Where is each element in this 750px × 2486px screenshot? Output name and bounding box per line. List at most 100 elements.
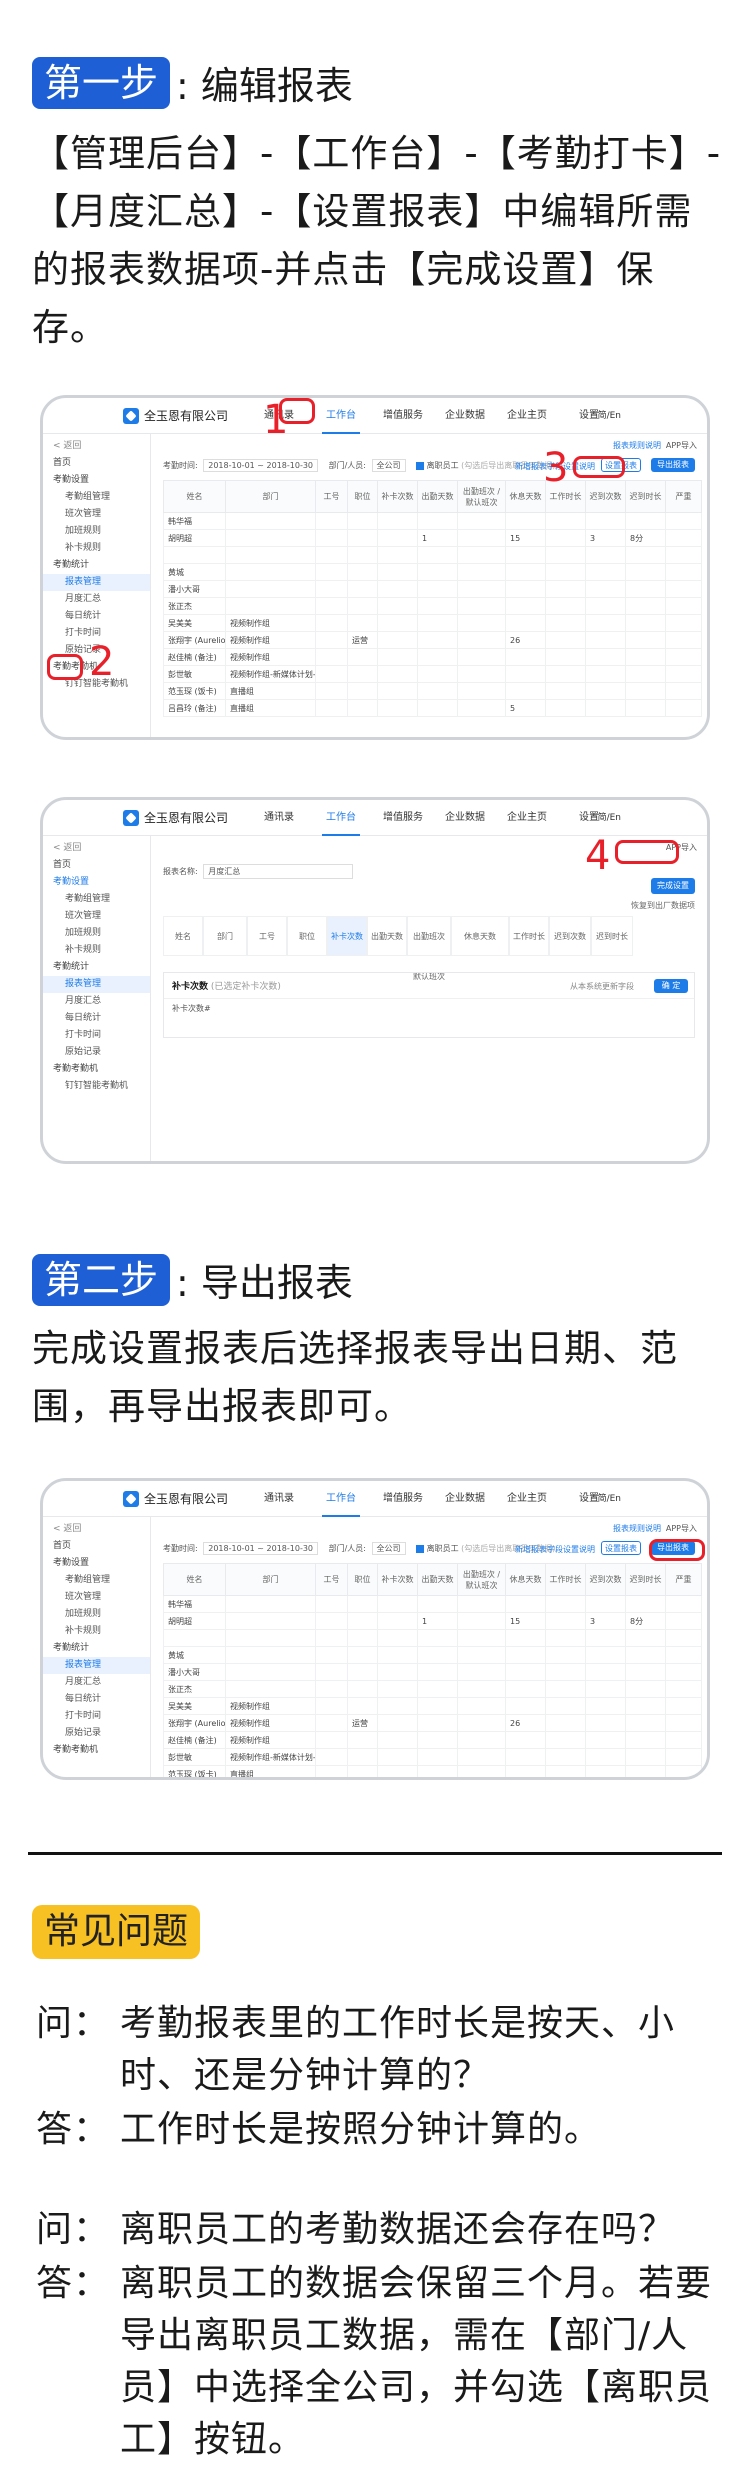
sidebar-back[interactable]: < 返回	[43, 438, 150, 455]
table-cell	[625, 614, 666, 632]
resigned-checkbox[interactable]	[416, 1544, 425, 1553]
sidebar-item-attendance-settings[interactable]: 考勤设置	[43, 472, 150, 489]
nav-workbench[interactable]: 工作台	[310, 1481, 372, 1517]
date-range-input[interactable]: 2018-10-01 ~ 2018-10-30	[203, 459, 319, 472]
supplement-update-link[interactable]: 从本系统更新字段	[570, 981, 634, 992]
sidebar-item-daily[interactable]: 每日统计	[43, 1691, 150, 1708]
done-settings-button[interactable]: 完成设置	[651, 878, 695, 894]
dept-select[interactable]: 全公司	[371, 459, 406, 472]
nav-enterprise-home[interactable]: 企业主页	[496, 1481, 558, 1517]
field-column-item[interactable]: 工号	[247, 916, 287, 956]
nav-contacts[interactable]: 通讯录	[248, 1481, 310, 1517]
field-column-item[interactable]: 工作时长	[509, 916, 549, 956]
supplement-panel: 补卡次数 (已选定补卡次数) 补卡次数# 从本系统更新字段 确 定	[163, 972, 695, 1038]
sidebar-item-home[interactable]: 首页	[43, 857, 150, 874]
field-column-item[interactable]: 姓名	[163, 916, 203, 956]
sidebar-item-overtime[interactable]: 加班规则	[43, 925, 150, 942]
sidebar-item-shifts[interactable]: 班次管理	[43, 506, 150, 523]
supplement-confirm-button[interactable]: 确 定	[654, 979, 688, 993]
date-range-input[interactable]: 2018-10-01 ~ 2018-10-30	[203, 1542, 319, 1555]
field-help-link[interactable]: 新增报表字段设置说明	[515, 1544, 595, 1555]
sidebar-item-raw[interactable]: 原始记录	[43, 1044, 150, 1061]
sidebar-item-smart-machine[interactable]: 钉钉智能考勤机	[43, 1078, 150, 1095]
sidebar-item-statistics[interactable]: 考勤统计	[43, 1640, 150, 1657]
sidebar-item-report-mgmt[interactable]: 报表管理	[43, 1657, 150, 1674]
sidebar-item-supplement[interactable]: 补卡规则	[43, 942, 150, 959]
language-switch[interactable]: 简/En	[598, 398, 621, 434]
sidebar-item-punch-time[interactable]: 打卡时间	[43, 1027, 150, 1044]
sidebar-item-home[interactable]: 首页	[43, 455, 150, 472]
sidebar-back[interactable]: < 返回	[43, 1521, 150, 1538]
app-import-link[interactable]: APP导入	[666, 1523, 697, 1534]
table-cell: 15	[505, 529, 546, 547]
sidebar-item-punch-time[interactable]: 打卡时间	[43, 1708, 150, 1725]
nav-value-added[interactable]: 增值服务	[372, 398, 434, 434]
field-column-item[interactable]: 休息天数	[451, 916, 509, 956]
resigned-checkbox[interactable]	[416, 461, 425, 470]
sidebar-item-monthly[interactable]: 月度汇总	[43, 1674, 150, 1691]
sidebar-item-statistics[interactable]: 考勤统计	[43, 959, 150, 976]
sidebar-item-statistics[interactable]: 考勤统计	[43, 557, 150, 574]
table-cell	[665, 563, 702, 581]
sidebar-item-overtime[interactable]: 加班规则	[43, 523, 150, 540]
field-column-item[interactable]: 出勤天数	[367, 916, 407, 956]
sidebar-item-supplement[interactable]: 补卡规则	[43, 540, 150, 557]
field-column-item[interactable]: 出勤班次 默认班次	[407, 916, 451, 981]
nav-contacts[interactable]: 通讯录	[248, 800, 310, 836]
table-cell	[545, 682, 586, 700]
sidebar-back[interactable]: < 返回	[43, 840, 150, 857]
nav-enterprise-data[interactable]: 企业数据	[434, 1481, 496, 1517]
sidebar-item-machine[interactable]: 考勤考勤机	[43, 1742, 150, 1759]
table-cell	[585, 665, 626, 683]
table-cell	[417, 682, 458, 700]
field-column-item[interactable]: 部门	[203, 916, 247, 956]
set-report-button[interactable]: 设置报表	[601, 1541, 641, 1555]
rule-link[interactable]: 报表规则说明	[613, 440, 661, 451]
sidebar-item-machine[interactable]: 考勤考勤机	[43, 1061, 150, 1078]
sidebar-item-shifts[interactable]: 班次管理	[43, 1589, 150, 1606]
sidebar-item-monthly[interactable]: 月度汇总	[43, 591, 150, 608]
table-cell	[665, 1697, 702, 1715]
sidebar-item-groups[interactable]: 考勤组管理	[43, 1572, 150, 1589]
sidebar-item-raw[interactable]: 原始记录	[43, 1725, 150, 1742]
language-switch[interactable]: 简/En	[598, 1481, 621, 1517]
sidebar-item-supplement[interactable]: 补卡规则	[43, 1623, 150, 1640]
app-import-link[interactable]: APP导入	[666, 440, 697, 451]
field-column-item[interactable]: 迟到次数	[549, 916, 591, 956]
table-cell	[545, 1663, 586, 1681]
table-row: 潘小大哥	[163, 580, 702, 598]
language-switch[interactable]: 简/En	[598, 800, 621, 836]
sidebar-item-daily[interactable]: 每日统计	[43, 1010, 150, 1027]
rule-link[interactable]: 报表规则说明	[613, 1523, 661, 1534]
dept-select[interactable]: 全公司	[371, 1542, 406, 1555]
sidebar-item-monthly[interactable]: 月度汇总	[43, 993, 150, 1010]
nav-enterprise-data[interactable]: 企业数据	[434, 398, 496, 434]
sidebar-item-report-mgmt[interactable]: 报表管理	[43, 574, 150, 591]
sidebar-item-home[interactable]: 首页	[43, 1538, 150, 1555]
nav-enterprise-data[interactable]: 企业数据	[434, 800, 496, 836]
nav-enterprise-home[interactable]: 企业主页	[496, 398, 558, 434]
field-column-item[interactable]: 补卡次数	[327, 916, 367, 956]
sidebar-item-attendance-settings[interactable]: 考勤设置	[43, 1555, 150, 1572]
report-name-input[interactable]: 月度汇总	[203, 864, 354, 879]
faq-q2: 问： 离职员工的考勤数据还会存在吗？	[36, 2204, 726, 2256]
sidebar-item-attendance-settings[interactable]: 考勤设置	[43, 874, 150, 891]
table-cell	[417, 1663, 458, 1681]
sidebar-item-daily[interactable]: 每日统计	[43, 608, 150, 625]
export-report-button[interactable]: 导出报表	[651, 458, 695, 472]
table-cell	[457, 1748, 506, 1766]
nav-enterprise-home[interactable]: 企业主页	[496, 800, 558, 836]
nav-value-added[interactable]: 增值服务	[372, 800, 434, 836]
sidebar-item-groups[interactable]: 考勤组管理	[43, 891, 150, 908]
field-column-item[interactable]: 迟到时长	[591, 916, 633, 956]
sidebar-item-groups[interactable]: 考勤组管理	[43, 489, 150, 506]
sidebar-item-report-mgmt[interactable]: 报表管理	[43, 976, 150, 993]
sidebar-item-overtime[interactable]: 加班规则	[43, 1606, 150, 1623]
nav-workbench[interactable]: 工作台	[310, 800, 372, 836]
field-column-item[interactable]: 职位	[287, 916, 327, 956]
nav-value-added[interactable]: 增值服务	[372, 1481, 434, 1517]
sidebar-item-shifts[interactable]: 班次管理	[43, 908, 150, 925]
table-cell	[585, 1697, 626, 1715]
nav-workbench[interactable]: 工作台	[310, 398, 372, 434]
restore-defaults-link[interactable]: 恢复到出厂数据项	[631, 900, 695, 911]
